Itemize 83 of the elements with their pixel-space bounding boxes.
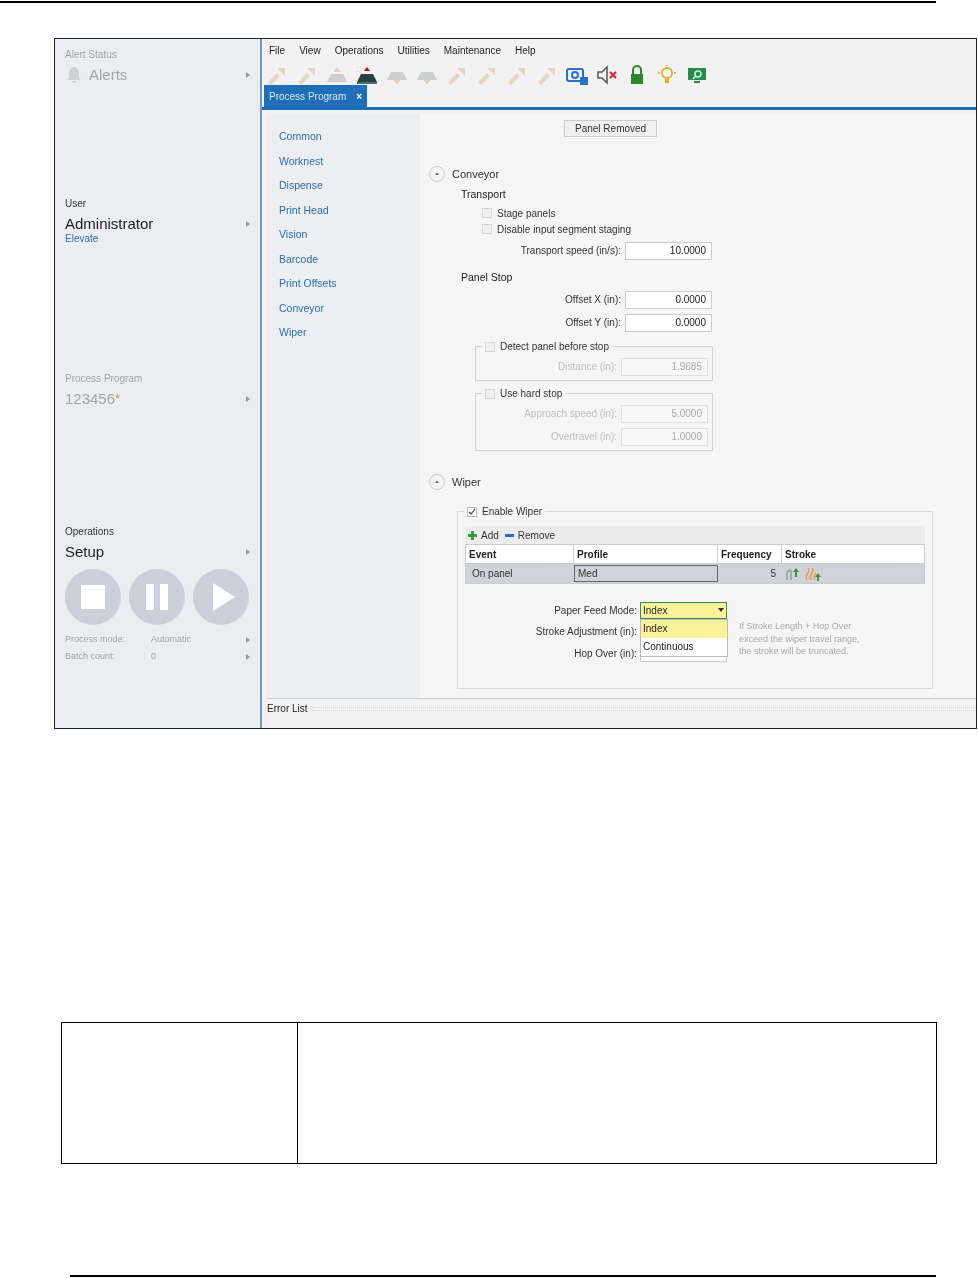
close-icon[interactable]: × xyxy=(356,88,363,104)
plus-icon xyxy=(468,530,477,540)
elevate-link[interactable]: Elevate xyxy=(65,231,260,246)
field-label: Offset Y (in): xyxy=(564,316,622,330)
checkbox[interactable] xyxy=(485,388,495,399)
nav-link[interactable]: Vision xyxy=(279,227,420,243)
modified-mark: * xyxy=(115,390,121,409)
field-label: Stroke Adjustment (in): xyxy=(534,624,638,639)
field-label: Hop Over (in): xyxy=(573,646,638,661)
checkbox[interactable] xyxy=(485,341,495,352)
menu-item[interactable]: Operations xyxy=(334,42,384,58)
column-header: Event xyxy=(466,545,574,563)
status-label: Batch count: xyxy=(65,649,117,663)
nav-link[interactable]: Conveyor xyxy=(279,300,420,317)
checkbox[interactable] xyxy=(467,506,477,517)
table-cell[interactable]: Med xyxy=(574,565,718,582)
status-value: Automatic xyxy=(151,632,192,646)
tab[interactable]: Process Program × xyxy=(264,85,368,107)
stroke-icon xyxy=(785,566,801,581)
nav-link[interactable]: Wiper xyxy=(279,325,420,341)
checkbox-label: Enable Wiper xyxy=(482,505,543,519)
section-heading: Operations xyxy=(65,525,115,539)
caret-icon xyxy=(246,653,250,660)
nav-link[interactable]: Worknest xyxy=(279,153,420,170)
section-heading: User xyxy=(65,197,88,211)
section-title: Conveyor xyxy=(452,166,500,182)
input-field[interactable]: 10.0000 xyxy=(625,241,712,260)
nav-link[interactable]: Print Head xyxy=(279,202,420,219)
caret-icon xyxy=(246,549,250,555)
checkbox[interactable] xyxy=(482,224,492,234)
caret-icon xyxy=(246,396,250,402)
collapse-button[interactable] xyxy=(429,166,445,182)
lightbulb-icon[interactable] xyxy=(655,63,679,86)
checkbox-label: Detect panel before stop xyxy=(500,340,609,354)
paper-feed-dropdown[interactable]: Index xyxy=(640,601,727,619)
status-value: 0 xyxy=(151,649,156,663)
nav-link[interactable]: Common xyxy=(279,129,420,145)
remove-button[interactable]: Remove xyxy=(504,527,556,543)
checkbox-label: Stage panels xyxy=(497,206,556,221)
table-cell-text: 5 xyxy=(769,567,777,581)
section-heading: Alert Status xyxy=(65,48,118,62)
section-heading: Process Program xyxy=(65,372,144,386)
input-field[interactable]: 0.0000 xyxy=(625,313,712,332)
group-heading: Transport xyxy=(461,187,507,202)
checkbox-label: Use hard stop xyxy=(500,387,563,401)
menu-item[interactable]: View xyxy=(299,42,321,58)
status-banner: Panel Removed xyxy=(564,120,658,137)
tab-label: Process Program xyxy=(269,89,347,104)
nav-link[interactable]: Print Offsets xyxy=(279,276,420,292)
field-label: Paper Feed Mode: xyxy=(553,603,638,618)
status-label: Process mode: xyxy=(65,632,127,646)
collapse-button[interactable] xyxy=(429,474,445,490)
column-header: Stroke xyxy=(784,548,818,562)
menu-item[interactable]: Maintenance xyxy=(443,42,502,58)
menu-item[interactable]: File xyxy=(269,42,286,58)
table-row[interactable]: On panel Med 5 xyxy=(466,564,924,583)
field-label: Transport speed (in/s): xyxy=(519,244,622,258)
speaker-muted-icon[interactable] xyxy=(595,63,619,86)
column-header: Profile xyxy=(574,545,718,563)
caret-icon xyxy=(718,608,724,612)
section-value[interactable]: Setup xyxy=(65,540,105,564)
nav-link[interactable]: Dispense xyxy=(279,178,420,194)
menu-item[interactable]: Help xyxy=(515,42,536,58)
section-title: Wiper xyxy=(452,474,481,490)
checkbox-label: Disable input segment staging xyxy=(497,222,631,237)
column-header: Frequency xyxy=(718,545,782,563)
dropdown-option[interactable]: Index xyxy=(641,620,727,638)
panel-title: Error List xyxy=(267,702,308,716)
menu-item[interactable]: Utilities xyxy=(397,42,430,58)
minus-icon xyxy=(504,533,514,537)
bell-icon xyxy=(65,66,83,84)
group-heading: Panel Stop xyxy=(461,270,514,285)
add-button[interactable]: Add xyxy=(468,527,499,543)
checkbox[interactable] xyxy=(482,208,492,218)
wave-icon xyxy=(805,566,821,581)
input-field[interactable]: 0.0000 xyxy=(625,290,712,309)
field-label: Offset X (in): xyxy=(564,293,622,307)
note-text: If Stroke Length + Hop Over exceed the wiper travel range, the stroke will be truncated. xyxy=(739,620,861,658)
caret-icon xyxy=(246,221,250,227)
table-cell-text: On panel xyxy=(471,567,514,581)
caret-icon xyxy=(246,72,250,78)
nav-link[interactable]: Barcode xyxy=(279,251,420,268)
caret-icon xyxy=(246,636,250,643)
